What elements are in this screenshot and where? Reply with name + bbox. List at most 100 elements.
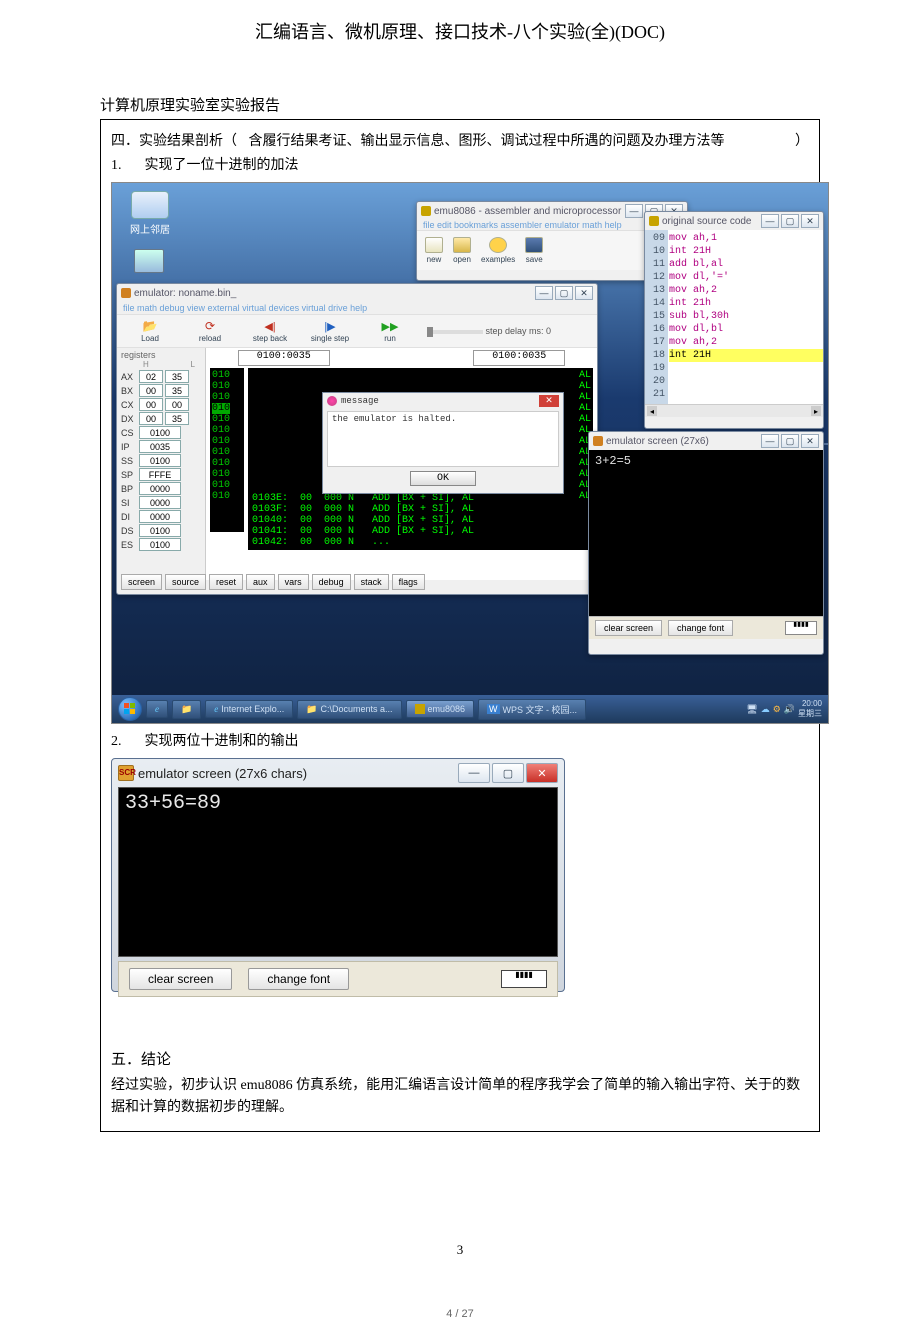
bx-l[interactable] — [165, 384, 189, 397]
open-button[interactable]: open — [453, 237, 471, 264]
cs-val[interactable] — [139, 426, 181, 439]
clear-screen-button[interactable]: clear screen — [129, 968, 232, 990]
dx-l[interactable] — [165, 412, 189, 425]
register-dx: DX — [121, 412, 201, 425]
cx-h[interactable] — [139, 398, 163, 411]
message-body: the emulator is halted. — [327, 411, 559, 467]
computer-icon[interactable] — [134, 249, 164, 273]
si-val[interactable] — [139, 496, 181, 509]
taskbar-ie[interactable]: e — [146, 700, 168, 718]
dx-h[interactable] — [139, 412, 163, 425]
close-button[interactable]: ✕ — [575, 286, 593, 300]
bx-h[interactable] — [139, 384, 163, 397]
screen2-output: 33+56=89 — [118, 787, 558, 957]
tray-icon[interactable]: 🔊 — [784, 704, 795, 715]
message-icon — [327, 396, 337, 406]
vars-button[interactable]: vars — [278, 574, 309, 590]
single-step-button[interactable]: |▶single step — [303, 319, 357, 343]
source-body[interactable]: 0910 1112 1314 1516 1718 1920 21 mov ah,… — [645, 230, 823, 404]
taskbar[interactable]: e 📁 eInternet Explo... 📁C:\Documents a..… — [112, 695, 828, 723]
examples-button[interactable]: examples — [481, 237, 515, 264]
sp-val[interactable] — [139, 468, 181, 481]
system-tray[interactable]: 🖥 ☁ ⚙ 🔊 20:00星期三 — [746, 699, 822, 719]
taskbar-documents[interactable]: 📁C:\Documents a... — [297, 700, 401, 719]
ds-val[interactable] — [139, 524, 181, 537]
tray-icon[interactable]: ☁ — [761, 704, 770, 715]
addr-box-1[interactable]: 0100:0035 — [238, 350, 330, 366]
h-scrollbar[interactable]: ◂ ▸ — [645, 404, 823, 417]
section-4-note: 含履行结果考证、输出显示信息、图形、调试过程中所遇的问题及办理方法等 — [249, 134, 725, 149]
load-button[interactable]: 📂Load — [123, 319, 177, 343]
item-2: 2. 实现两位十进制和的输出 — [111, 730, 809, 750]
message-title: message — [341, 396, 379, 406]
run-button[interactable]: ▶▶run — [363, 319, 417, 343]
taskbar-explorer[interactable]: 📁 — [172, 700, 201, 719]
new-button[interactable]: new — [425, 237, 443, 264]
step-back-button[interactable]: ◀|step back — [243, 319, 297, 343]
register-bp: BP — [121, 482, 201, 495]
flags-button[interactable]: flags — [392, 574, 425, 590]
maximize-button[interactable]: ▢ — [555, 286, 573, 300]
ss-val[interactable] — [139, 454, 181, 467]
minimize-button[interactable]: — — [761, 434, 779, 448]
cx-l[interactable] — [165, 398, 189, 411]
screen-button[interactable]: screen — [121, 574, 162, 590]
close-button[interactable]: ✕ — [801, 434, 819, 448]
desktop-icon-network[interactable]: 网上邻居 — [126, 191, 174, 236]
registers-panel: registers HL AX BX CX DX CS IP SS SP BP … — [117, 348, 206, 580]
taskbar-wps[interactable]: WWPS 文字 - 校园... — [478, 699, 586, 720]
mem-bytes[interactable]: 010010010010010010010010010010010010 — [210, 368, 244, 532]
char-slot: ▮▮▮▮ — [501, 970, 547, 988]
emulator-window[interactable]: emulator: noname.bin_ — ▢ ✕ file math de… — [116, 283, 598, 595]
ip-val[interactable] — [139, 440, 181, 453]
maximize-button[interactable]: ▢ — [781, 214, 799, 228]
ax-h[interactable] — [139, 370, 163, 383]
outer-page-number: 4 / 27 — [0, 1308, 920, 1320]
clear-screen-button[interactable]: clear screen — [595, 620, 662, 636]
maximize-button[interactable]: ▢ — [492, 763, 524, 783]
ok-button[interactable]: OK — [410, 471, 476, 486]
step-delay[interactable]: step delay ms: 0 — [427, 326, 551, 336]
es-val[interactable] — [139, 538, 181, 551]
minimize-button[interactable]: — — [458, 763, 490, 783]
bp-val[interactable] — [139, 482, 181, 495]
taskbar-emu8086[interactable]: emu8086 — [406, 700, 475, 718]
message-dialog[interactable]: message ✕ the emulator is halted. OK — [322, 392, 564, 494]
emulator-menu[interactable]: file math debug view external virtual de… — [117, 302, 597, 314]
reload-button[interactable]: ⟳reload — [183, 319, 237, 343]
scroll-left-icon[interactable]: ◂ — [647, 406, 657, 416]
tray-icon[interactable]: ⚙ — [773, 704, 781, 715]
reset-button[interactable]: reset — [209, 574, 243, 590]
taskbar-ie-window[interactable]: eInternet Explo... — [205, 700, 293, 718]
close-icon[interactable]: ✕ — [539, 395, 559, 407]
minimize-button[interactable]: — — [535, 286, 553, 300]
memory-panel: 0100:0035 0100:0035 01001001001001001001… — [206, 348, 597, 580]
item-2-text: 实现两位十进制和的输出 — [145, 734, 299, 749]
app-icon — [649, 216, 659, 226]
debug-button[interactable]: debug — [312, 574, 351, 590]
aux-button[interactable]: aux — [246, 574, 275, 590]
ax-l[interactable] — [165, 370, 189, 383]
minimize-button[interactable]: — — [625, 204, 643, 218]
change-font-button[interactable]: change font — [668, 620, 733, 636]
clock[interactable]: 20:00星期三 — [798, 699, 822, 719]
scroll-right-icon[interactable]: ▸ — [811, 406, 821, 416]
emulator-screen-window[interactable]: emulator screen (27x6) — ▢ ✕ 3+2=5 clear… — [588, 431, 824, 655]
di-val[interactable] — [139, 510, 181, 523]
maximize-button[interactable]: ▢ — [781, 434, 799, 448]
doc-title: 汇编语言、微机原理、接口技术-八个实验(全)(DOC) — [0, 18, 920, 44]
tray-icon[interactable]: 🖥 — [746, 704, 757, 715]
close-button[interactable]: ✕ — [801, 214, 819, 228]
addr-box-2[interactable]: 0100:0035 — [473, 350, 565, 366]
folder-icon: 📁 — [306, 704, 317, 715]
source-window[interactable]: original source code — ▢ ✕ 0910 1112 131… — [644, 211, 824, 429]
change-font-button[interactable]: change font — [248, 968, 349, 990]
register-si: SI — [121, 496, 201, 509]
source-button[interactable]: source — [165, 574, 206, 590]
save-button[interactable]: save — [525, 237, 543, 264]
minimize-button[interactable]: — — [761, 214, 779, 228]
content-box: 四．实验结果剖析（ 含履行结果考证、输出显示信息、图形、调试过程中所遇的问题及办… — [100, 119, 820, 1132]
stack-button[interactable]: stack — [354, 574, 389, 590]
start-button[interactable] — [118, 697, 142, 721]
close-button[interactable]: ✕ — [526, 763, 558, 783]
